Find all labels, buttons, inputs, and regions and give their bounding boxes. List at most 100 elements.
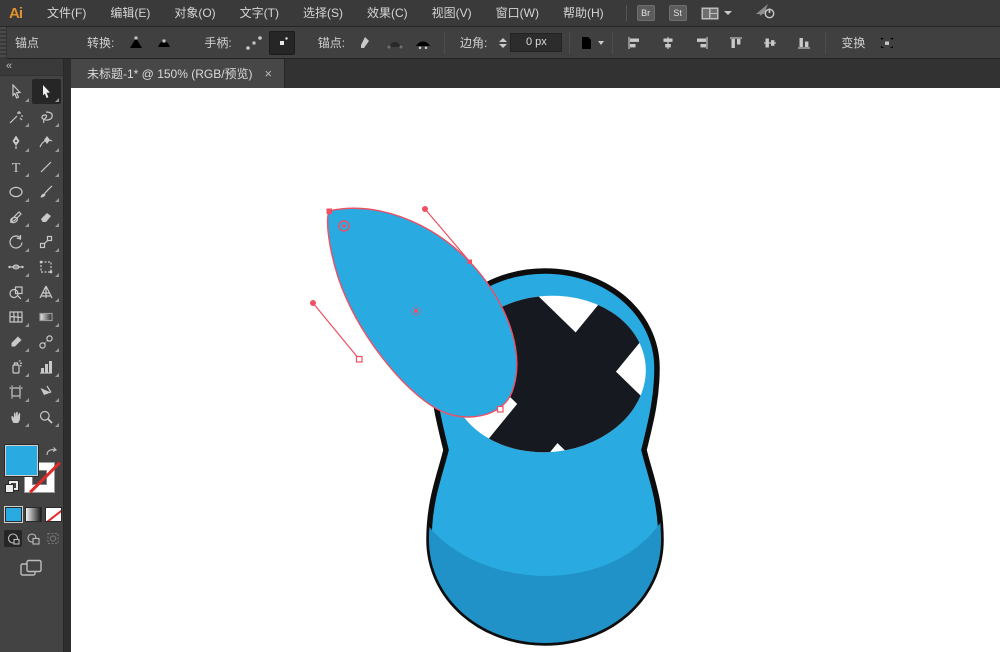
align-h-center-button[interactable] (655, 31, 681, 55)
menu-select[interactable]: 选择(S) (291, 0, 355, 27)
stock-button[interactable]: St (668, 5, 687, 21)
zoom-tool[interactable] (32, 404, 61, 429)
hand-tool[interactable] (2, 404, 31, 429)
canvas-artboard[interactable] (71, 88, 1000, 652)
menu-view[interactable]: 视图(V) (420, 0, 484, 27)
align-top-button[interactable] (723, 31, 749, 55)
scale-tool[interactable] (32, 229, 61, 254)
screen-mode-icon (20, 559, 42, 576)
fill-swatch[interactable] (4, 444, 39, 477)
free-transform-tool[interactable] (32, 254, 61, 279)
align-h-center-icon (663, 36, 673, 49)
direct-selection-tool[interactable] (31, 79, 61, 104)
transform-button[interactable]: 变换 (833, 34, 873, 51)
anchor-point (467, 259, 472, 264)
type-icon: T (12, 161, 21, 175)
share-power-icon[interactable] (754, 2, 776, 25)
convert-to-corner-button[interactable] (123, 31, 149, 55)
draw-inside-icon (47, 532, 59, 545)
rotate-tool[interactable] (2, 229, 31, 254)
bridge-button[interactable]: Br (636, 5, 655, 21)
menu-edit[interactable]: 编辑(E) (98, 0, 162, 27)
width-tool[interactable] (2, 254, 31, 279)
menu-bar: Ai 文件(F) 编辑(E) 对象(O) 文字(T) 选择(S) 效果(C) 视… (0, 0, 1000, 27)
isolate-selection-button[interactable] (874, 31, 900, 55)
screen-mode-button[interactable] (20, 559, 63, 582)
draw-behind-button[interactable] (24, 530, 42, 547)
ellipse-tool[interactable] (2, 179, 31, 204)
align-top-icon (730, 37, 743, 48)
menu-file[interactable]: 文件(F) (35, 0, 98, 27)
type-tool[interactable]: T (2, 154, 31, 179)
show-handles-icon (245, 35, 262, 50)
control-bar: 锚点 转换: 手柄: 锚点: 边角: 0 px 变换 (0, 26, 1000, 59)
menu-object[interactable]: 对象(O) (162, 0, 227, 27)
lasso-tool[interactable] (32, 104, 61, 129)
line-segment-tool[interactable] (32, 154, 61, 179)
menu-window[interactable]: 窗口(W) (484, 0, 551, 27)
magic-wand-tool[interactable] (2, 104, 31, 129)
gradient-tool[interactable] (32, 304, 61, 329)
document-icon (581, 36, 591, 49)
blend-tool[interactable] (32, 329, 61, 354)
tab-close-icon[interactable]: × (265, 66, 273, 81)
swap-fill-stroke-icon[interactable] (44, 445, 58, 463)
curvature-tool[interactable] (32, 129, 61, 154)
menu-type[interactable]: 文字(T) (228, 0, 291, 27)
collapse-panel-button[interactable]: « (0, 59, 63, 76)
show-handles-button[interactable] (241, 31, 267, 55)
illustrator-logo-icon: Ai (9, 4, 23, 22)
default-fill-stroke-icon[interactable] (5, 480, 19, 494)
line-icon (40, 161, 52, 172)
draw-mode-row (0, 522, 63, 547)
artboard-tool[interactable] (2, 379, 31, 404)
mesh-tool[interactable] (2, 304, 31, 329)
eraser-tool[interactable] (32, 204, 61, 229)
draw-normal-button[interactable] (4, 530, 22, 547)
align-left-button[interactable] (621, 31, 647, 55)
shape-builder-icon (9, 285, 23, 299)
align-bottom-button[interactable] (791, 31, 817, 55)
panel-grip[interactable] (0, 26, 7, 59)
column-graph-tool[interactable] (32, 354, 61, 379)
align-right-button[interactable] (689, 31, 715, 55)
color-fill-button[interactable] (4, 506, 23, 523)
pen-tool[interactable] (2, 129, 31, 154)
cut-path-button[interactable] (410, 31, 436, 55)
pencil-tool[interactable] (2, 204, 31, 229)
paintbrush-tool[interactable] (32, 179, 61, 204)
workspace-chevron-down-icon[interactable] (723, 11, 732, 15)
slice-tool[interactable] (32, 379, 61, 404)
connect-path-button[interactable] (382, 31, 408, 55)
menu-help[interactable]: 帮助(H) (551, 0, 616, 27)
eyedropper-tool[interactable] (2, 329, 31, 354)
gradient-fill-button[interactable] (25, 507, 42, 522)
remove-anchor-button[interactable] (354, 31, 380, 55)
hide-handles-button[interactable] (268, 30, 295, 55)
paintbrush-icon (40, 185, 53, 197)
select-similar-dropdown[interactable] (578, 31, 604, 55)
convert-label: 转换: (87, 36, 115, 50)
anchor-point-hollow (355, 355, 363, 363)
magic-wand-icon (9, 110, 23, 123)
corner-stepper[interactable] (499, 37, 508, 48)
align-v-center-button[interactable] (757, 31, 783, 55)
convert-to-smooth-button[interactable] (151, 31, 177, 55)
scale-icon (39, 235, 53, 248)
none-fill-button[interactable] (45, 507, 62, 522)
menu-effect[interactable]: 效果(C) (355, 0, 420, 27)
shape-builder-tool[interactable] (2, 279, 31, 304)
anchor-hover-dot (342, 224, 346, 228)
symbol-sprayer-tool[interactable] (2, 354, 31, 379)
perspective-grid-tool[interactable] (32, 279, 61, 304)
leaf-shape[interactable] (326, 207, 518, 418)
perspective-grid-icon (39, 285, 53, 298)
svg-text:T: T (12, 161, 21, 175)
artwork (310, 206, 664, 646)
draw-inside-button[interactable] (44, 530, 62, 547)
document-tab[interactable]: 未标题-1* @ 150% (RGB/预览) × (71, 59, 286, 88)
draw-normal-icon (7, 533, 20, 545)
selection-tool[interactable] (2, 79, 31, 104)
workspace-layout-icon[interactable] (701, 7, 719, 20)
corner-value-field[interactable]: 0 px (510, 33, 563, 52)
